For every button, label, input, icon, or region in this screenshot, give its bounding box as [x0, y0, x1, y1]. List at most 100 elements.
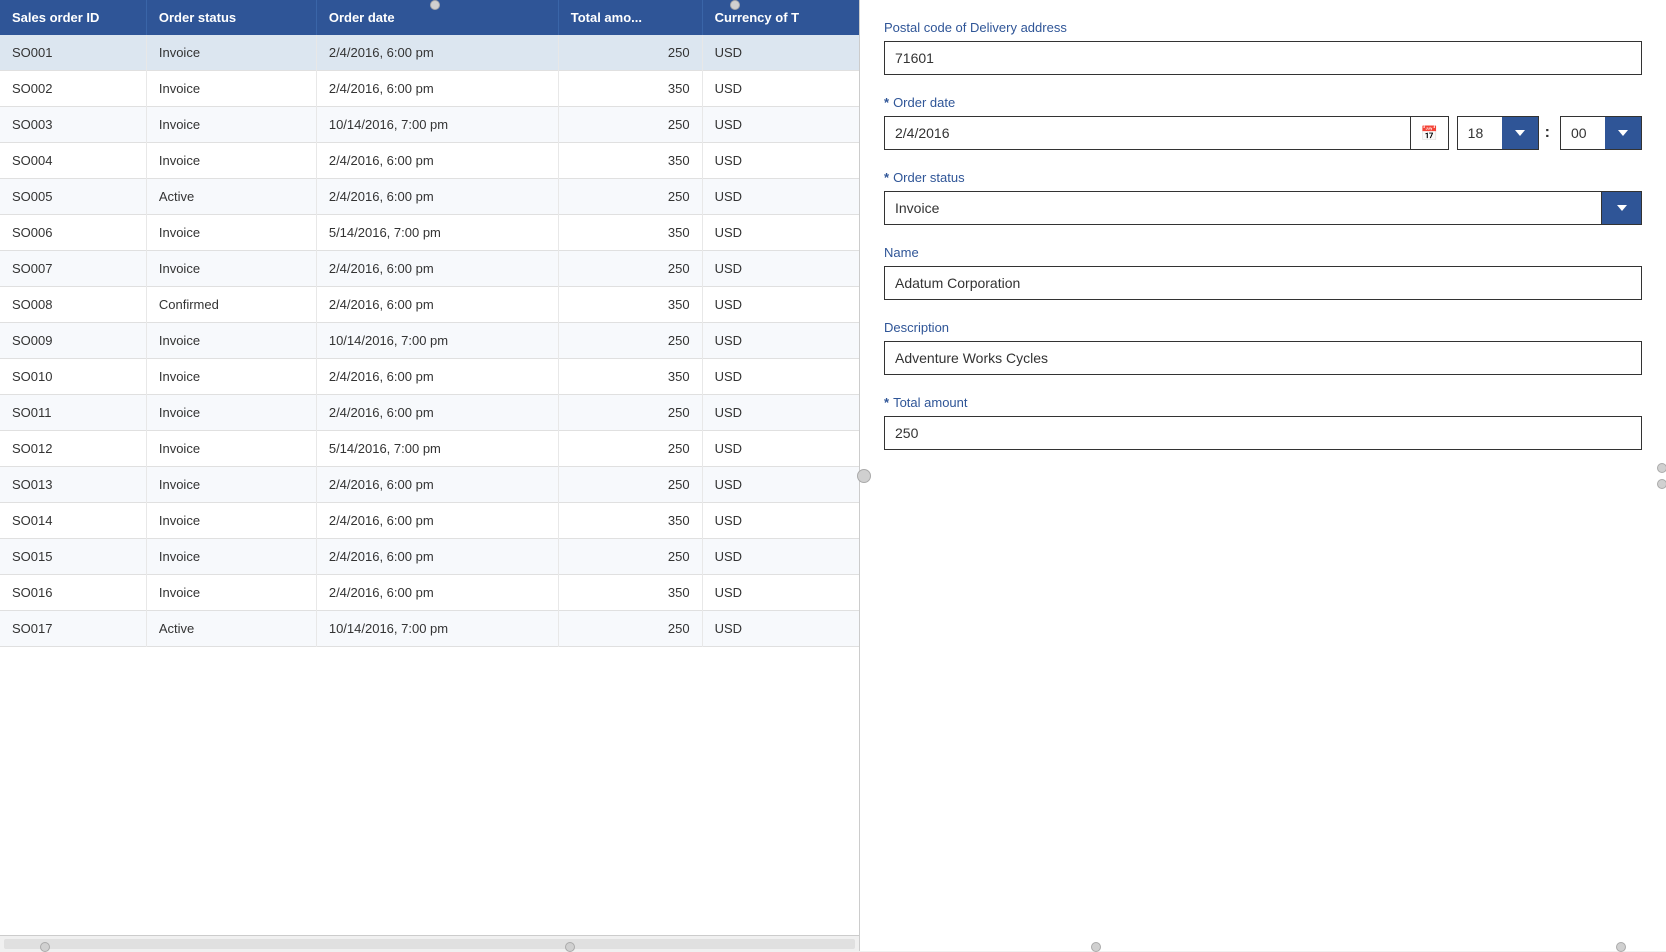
table-cell-0: SO001: [0, 35, 146, 71]
table-cell-4: USD: [702, 575, 859, 611]
order-status-label: * Order status: [884, 170, 1642, 185]
chevron-down-icon-3: [1617, 205, 1627, 211]
total-amount-label: * Total amount: [884, 395, 1642, 410]
table-cell-3: 250: [558, 179, 702, 215]
table-cell-3: 350: [558, 71, 702, 107]
table-cell-2: 2/4/2016, 6:00 pm: [316, 503, 558, 539]
postal-code-input[interactable]: [884, 41, 1642, 75]
table-cell-0: SO013: [0, 467, 146, 503]
order-status-dropdown-button[interactable]: [1601, 192, 1641, 224]
table-cell-2: 2/4/2016, 6:00 pm: [316, 179, 558, 215]
table-cell-1: Invoice: [146, 431, 316, 467]
description-label: Description: [884, 320, 1642, 335]
right-resize-handle[interactable]: [1658, 456, 1666, 496]
hour-dropdown-button[interactable]: [1502, 117, 1538, 149]
table-cell-2: 2/4/2016, 6:00 pm: [316, 467, 558, 503]
table-row[interactable]: SO007Invoice2/4/2016, 6:00 pm250USD: [0, 251, 859, 287]
table-row[interactable]: SO016Invoice2/4/2016, 6:00 pm350USD: [0, 575, 859, 611]
minute-value: 00: [1561, 117, 1605, 149]
order-date-input[interactable]: [885, 117, 1410, 149]
table-cell-0: SO006: [0, 215, 146, 251]
table-cell-4: USD: [702, 251, 859, 287]
table-cell-0: SO002: [0, 71, 146, 107]
resize-dot-left[interactable]: [430, 0, 440, 10]
table-row[interactable]: SO008Confirmed2/4/2016, 6:00 pm350USD: [0, 287, 859, 323]
table-cell-4: USD: [702, 611, 859, 647]
table-cell-0: SO014: [0, 503, 146, 539]
table-cell-1: Invoice: [146, 575, 316, 611]
bottom-resize-handles: [0, 943, 1666, 951]
table-cell-3: 250: [558, 395, 702, 431]
resize-dot-v-top[interactable]: [1657, 463, 1666, 473]
table-row[interactable]: SO002Invoice2/4/2016, 6:00 pm350USD: [0, 71, 859, 107]
minute-dropdown: 00: [1560, 116, 1642, 150]
table-row[interactable]: SO013Invoice2/4/2016, 6:00 pm250USD: [0, 467, 859, 503]
table-cell-1: Invoice: [146, 143, 316, 179]
table-row[interactable]: SO001Invoice2/4/2016, 6:00 pm250USD: [0, 35, 859, 71]
table-cell-2: 5/14/2016, 7:00 pm: [316, 215, 558, 251]
table-cell-2: 2/4/2016, 6:00 pm: [316, 35, 558, 71]
table-cell-3: 250: [558, 35, 702, 71]
table-cell-0: SO009: [0, 323, 146, 359]
table-cell-1: Confirmed: [146, 287, 316, 323]
table-cell-2: 10/14/2016, 7:00 pm: [316, 107, 558, 143]
table-row[interactable]: SO006Invoice5/14/2016, 7:00 pm350USD: [0, 215, 859, 251]
table-row[interactable]: SO004Invoice2/4/2016, 6:00 pm350USD: [0, 143, 859, 179]
time-separator: :: [1543, 116, 1552, 150]
table-row[interactable]: SO017Active10/14/2016, 7:00 pm250USD: [0, 611, 859, 647]
table-cell-4: USD: [702, 431, 859, 467]
table-row[interactable]: SO005Active2/4/2016, 6:00 pm250USD: [0, 179, 859, 215]
table-row[interactable]: SO015Invoice2/4/2016, 6:00 pm250USD: [0, 539, 859, 575]
table-cell-4: USD: [702, 323, 859, 359]
table-cell-4: USD: [702, 467, 859, 503]
main-container: Sales order ID Order status Order date T…: [0, 0, 1666, 951]
table-row[interactable]: SO003Invoice10/14/2016, 7:00 pm250USD: [0, 107, 859, 143]
table-scroll-area[interactable]: Sales order ID Order status Order date T…: [0, 0, 859, 935]
col-header-id: Sales order ID: [0, 0, 146, 35]
resize-dot-v-bottom[interactable]: [1657, 479, 1666, 489]
table-cell-3: 250: [558, 611, 702, 647]
table-row[interactable]: SO012Invoice5/14/2016, 7:00 pm250USD: [0, 431, 859, 467]
order-status-value: Invoice: [885, 192, 1601, 224]
description-field: Description: [884, 320, 1642, 375]
table-row[interactable]: SO011Invoice2/4/2016, 6:00 pm250USD: [0, 395, 859, 431]
minute-dropdown-button[interactable]: [1605, 117, 1641, 149]
order-date-field: * Order date 📅 18 : 00: [884, 95, 1642, 150]
middle-resize-handle[interactable]: [857, 469, 871, 483]
table-cell-0: SO005: [0, 179, 146, 215]
top-resize-handles: [430, 0, 740, 10]
table-cell-3: 350: [558, 287, 702, 323]
table-cell-4: USD: [702, 503, 859, 539]
table-row[interactable]: SO010Invoice2/4/2016, 6:00 pm350USD: [0, 359, 859, 395]
table-cell-1: Invoice: [146, 107, 316, 143]
sales-orders-table: Sales order ID Order status Order date T…: [0, 0, 859, 647]
table-cell-3: 250: [558, 539, 702, 575]
table-cell-4: USD: [702, 287, 859, 323]
total-amount-input[interactable]: [884, 416, 1642, 450]
table-row[interactable]: SO014Invoice2/4/2016, 6:00 pm350USD: [0, 503, 859, 539]
table-cell-0: SO016: [0, 575, 146, 611]
calendar-button[interactable]: 📅: [1410, 117, 1448, 149]
table-cell-1: Invoice: [146, 503, 316, 539]
table-cell-2: 2/4/2016, 6:00 pm: [316, 395, 558, 431]
postal-code-label: Postal code of Delivery address: [884, 20, 1642, 35]
name-input[interactable]: [884, 266, 1642, 300]
table-cell-1: Invoice: [146, 467, 316, 503]
table-cell-1: Invoice: [146, 539, 316, 575]
table-cell-0: SO017: [0, 611, 146, 647]
table-cell-0: SO012: [0, 431, 146, 467]
table-cell-1: Invoice: [146, 359, 316, 395]
table-cell-4: USD: [702, 359, 859, 395]
table-cell-0: SO004: [0, 143, 146, 179]
order-status-field: * Order status Invoice: [884, 170, 1642, 225]
table-cell-1: Invoice: [146, 35, 316, 71]
table-cell-2: 2/4/2016, 6:00 pm: [316, 71, 558, 107]
table-row[interactable]: SO009Invoice10/14/2016, 7:00 pm250USD: [0, 323, 859, 359]
table-cell-2: 2/4/2016, 6:00 pm: [316, 143, 558, 179]
description-input[interactable]: [884, 341, 1642, 375]
table-cell-1: Active: [146, 179, 316, 215]
table-cell-4: USD: [702, 539, 859, 575]
resize-dot-right[interactable]: [730, 0, 740, 10]
table-cell-4: USD: [702, 143, 859, 179]
chevron-down-icon-2: [1618, 130, 1628, 136]
